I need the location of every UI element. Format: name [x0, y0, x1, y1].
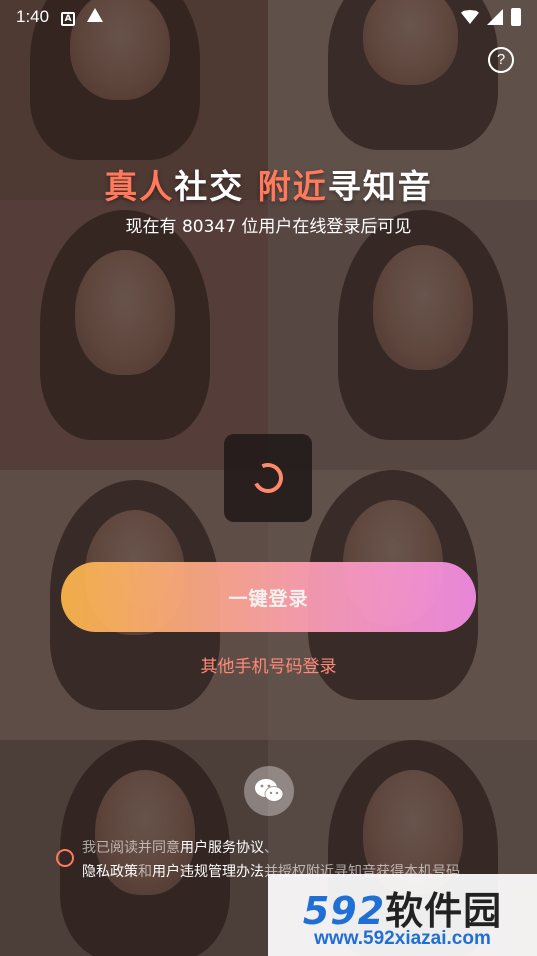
headline-part: 社交	[174, 167, 258, 206]
wechat-icon	[255, 779, 284, 802]
watermark-number: 592	[302, 889, 386, 933]
wechat-login-button[interactable]	[244, 766, 294, 816]
online-count-text: 现在有 80347 位用户在线登录后可见	[125, 217, 412, 237]
warning-icon	[87, 8, 104, 26]
agreement-and: 和	[138, 864, 152, 880]
status-bar: 1:40 A	[0, 0, 537, 34]
spinner-icon	[248, 458, 288, 498]
help-icon: ?	[496, 51, 506, 68]
status-time: 1:40	[16, 7, 50, 26]
wifi-icon	[461, 10, 479, 24]
watermark-brand: 软件园	[385, 889, 503, 933]
watermark-url: www.592xiazai.com	[314, 928, 491, 949]
watermark-logo: 592软件园 www.592xiazai.com	[268, 874, 537, 956]
other-phone-login-link[interactable]: 其他手机号码登录	[0, 652, 537, 677]
one-click-login-button[interactable]: 一键登录	[61, 562, 476, 632]
battery-icon	[511, 8, 521, 26]
headline-part: 附近	[257, 167, 328, 206]
headline-part: 寻知音	[327, 167, 433, 206]
notification-a-icon: A	[61, 9, 76, 26]
help-button[interactable]: ?	[488, 47, 514, 73]
agreement-prefix: 我已阅读并同意	[82, 840, 180, 856]
headline-part: 真人	[104, 167, 175, 206]
headline: 真人社交 附近寻知音	[0, 160, 537, 208]
agreement-separator: 、	[264, 840, 278, 856]
privacy-policy-link[interactable]: 隐私政策	[82, 864, 138, 880]
agreement-checkbox[interactable]	[56, 849, 74, 867]
violation-rules-link[interactable]: 用户违规管理办法	[152, 864, 264, 880]
loading-indicator	[224, 434, 312, 522]
signal-icon	[487, 9, 503, 25]
user-service-agreement-link[interactable]: 用户服务协议	[180, 840, 264, 856]
